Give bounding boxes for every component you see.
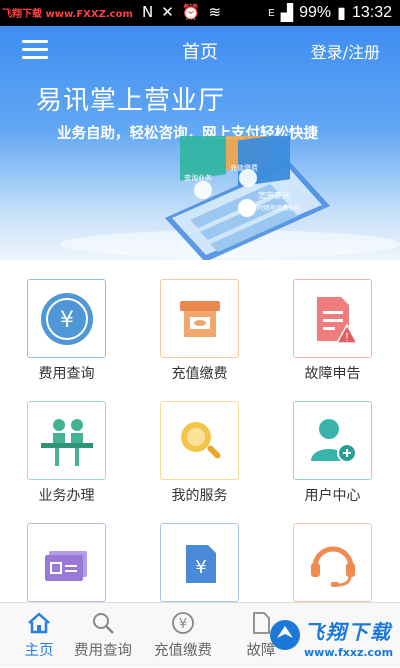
counter-service-icon xyxy=(27,401,106,480)
grid-item-label: 故障申告 xyxy=(304,366,361,382)
atm-card-icon xyxy=(160,279,239,358)
brand-watermark: 飞翔下载 www.fxxz.com xyxy=(268,612,396,664)
tab-label: 费用查询 xyxy=(74,643,132,659)
grid-item-my-service[interactable]: 我的服务 xyxy=(133,382,266,504)
yen-coin-icon: ¥ xyxy=(27,279,106,358)
headset-icon xyxy=(293,523,372,602)
card-text-3: 宽带查询 xyxy=(258,190,290,200)
banner-slogan: 易讯掌上营业厅 xyxy=(36,86,226,116)
magnifier-icon xyxy=(160,401,239,480)
status-right: E ▟ 99% ▮ 13:32 xyxy=(268,3,392,23)
grid-item-label: 充值缴费 xyxy=(171,366,228,382)
top-navigation-bar: 首页 登录/注册 xyxy=(0,26,400,72)
grid-item-label: 我的服务 xyxy=(171,488,228,504)
svg-text:¥: ¥ xyxy=(195,557,206,578)
card-text-1: 查询业务 xyxy=(184,173,212,182)
grid-item-label: 费用查询 xyxy=(38,366,95,382)
id-card-icon xyxy=(27,523,106,602)
phone-illustration: 查询业务 充值缴费 宽带查询 随时随地资费查询 xyxy=(60,136,400,260)
login-register-link[interactable]: 登录/注册 xyxy=(311,39,380,63)
feature-grid: ¥ 费用查询 充值缴费 ! 故障申告 业务办理 我的服务 用户中心 ¥ xyxy=(0,260,400,602)
tab-recharge[interactable]: ¥ 充值缴费 xyxy=(144,603,222,668)
wifi-icon: ≋ xyxy=(208,3,222,21)
brand-url: www.fxxz.com xyxy=(304,646,394,659)
grid-item-recharge[interactable]: 充值缴费 xyxy=(133,260,266,382)
tab-label: 充值缴费 xyxy=(154,643,212,659)
battery-percent: 99% xyxy=(299,4,332,21)
mute-icon: ✕ xyxy=(161,3,174,21)
card-text-4: 随时随地资费查询 xyxy=(252,204,300,212)
grid-item-business[interactable]: 业务办理 xyxy=(0,382,133,504)
clock-time: 13:32 xyxy=(351,4,392,21)
hero-banner: 首页 登录/注册 易讯掌上营业厅 业务自助，轻松咨询，网上支付轻松快捷 查询业务… xyxy=(0,26,400,260)
brand-name: 飞翔下载 xyxy=(304,620,392,644)
battery-icon: ▮ xyxy=(337,5,346,22)
user-add-icon xyxy=(293,401,372,480)
network-type-label: E xyxy=(268,7,275,19)
grid-item-user-center[interactable]: 用户中心 xyxy=(266,382,399,504)
svg-text:¥: ¥ xyxy=(179,617,187,632)
yen-document-icon: ¥ xyxy=(160,523,239,602)
tab-fee-query[interactable]: 费用查询 xyxy=(64,603,142,668)
grid-item-fee-query[interactable]: ¥ 费用查询 xyxy=(0,260,133,382)
grid-item-label: 用户中心 xyxy=(304,488,361,504)
yen-circle-icon: ¥ xyxy=(144,611,222,635)
svg-text:¥: ¥ xyxy=(60,308,74,333)
grid-item-label: 业务办理 xyxy=(38,488,95,504)
document-warning-icon: ! xyxy=(293,279,372,358)
notification-n-icon: N xyxy=(142,3,154,21)
search-icon xyxy=(64,611,142,635)
status-bar: 飞翔下载 www.FXXZ.com N ✕ ⏰ ≋ E ▟ 99% ▮ 13:3… xyxy=(0,0,400,26)
status-icons: N ✕ ⏰ ≋ xyxy=(142,3,221,21)
grid-item-fault-report[interactable]: ! 故障申告 xyxy=(266,260,399,382)
svg-text:!: ! xyxy=(344,331,348,344)
signal-icon: ▟ xyxy=(280,5,294,22)
brand-logo-icon xyxy=(270,620,300,650)
watermark-text: 飞翔下载 www.FXXZ.com xyxy=(2,9,133,20)
alarm-icon: ⏰ xyxy=(181,3,201,21)
